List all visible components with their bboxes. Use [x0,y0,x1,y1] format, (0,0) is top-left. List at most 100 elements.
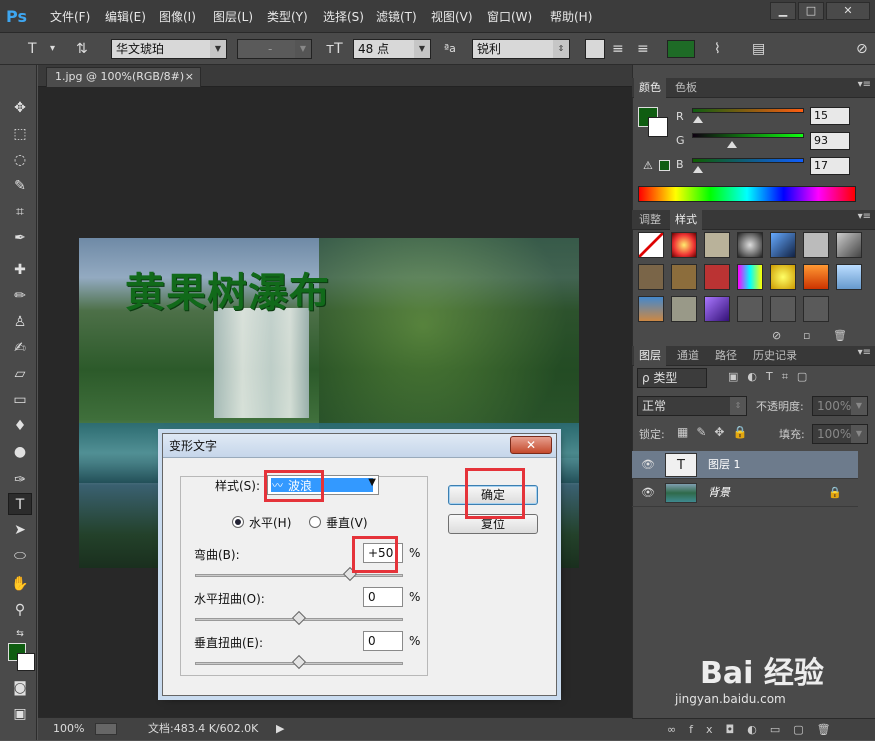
style-preset[interactable] [704,232,730,258]
b-input[interactable]: 17 [810,157,850,175]
font-family-select[interactable]: 华文琥珀 ▼ [111,39,227,59]
align-right-icon[interactable]: ≡ [637,41,649,59]
style-preset[interactable] [638,232,664,258]
style-preset[interactable] [770,232,796,258]
style-preset[interactable] [704,264,730,290]
bend-slider[interactable] [195,574,403,577]
gamut-swatch[interactable] [659,160,670,171]
pen-tool-icon[interactable]: ✑ [8,469,32,491]
menu-edit[interactable]: 编辑(E) [105,8,146,26]
eraser-tool-icon[interactable]: ▱ [8,363,32,385]
menu-window[interactable]: 窗口(W) [487,8,532,26]
type-tool-icon[interactable]: T [8,493,32,515]
color-spectrum-ramp[interactable] [638,186,856,202]
character-panel-icon[interactable]: ▤ [752,41,765,59]
r-input[interactable]: 15 [810,107,850,125]
layer-filter-icons[interactable]: ▣◐T⌗▢ [728,370,816,384]
gradient-tool-icon[interactable]: ▭ [8,389,32,411]
brush-tool-icon[interactable]: ✏ [8,285,32,307]
panel-menu-icon[interactable]: ▾≡ [858,79,871,90]
eyedropper-tool-icon[interactable]: ✒ [8,227,32,249]
document-tab[interactable]: 1.jpg @ 100%(RGB/8#) × [46,67,201,87]
maximize-button[interactable]: □ [798,2,824,20]
tab-layers[interactable]: 图层 [634,346,666,366]
r-slider-knob[interactable] [693,116,703,123]
background-color-swatch[interactable] [648,117,668,137]
ok-button[interactable]: 确定 [448,485,538,505]
dodge-tool-icon[interactable]: ● [8,441,32,463]
style-preset[interactable] [737,296,763,322]
layer-name[interactable]: 背景 [708,479,730,507]
style-preset[interactable] [803,264,829,290]
style-preset[interactable] [704,296,730,322]
text-color-swatch[interactable] [667,40,695,58]
vertical-radio[interactable] [309,516,321,528]
minimize-button[interactable]: ▁ [770,2,796,20]
style-preset[interactable] [836,264,862,290]
layer-row-text[interactable]: 👁 T 图层 1 [632,451,858,479]
status-icon[interactable] [95,723,117,735]
style-select[interactable]: 〰 波浪 ▼ [267,475,379,495]
style-preset[interactable] [638,296,664,322]
opacity-input[interactable]: 100% ▼ [812,396,868,416]
tab-adjustments[interactable]: 调整 [634,210,666,230]
quick-mask-icon[interactable]: ◙ [8,677,32,699]
layers-footer-icons[interactable]: ∞fx◘◐▭▢🗑 [632,718,875,740]
lasso-tool-icon[interactable]: ◌ [8,149,32,171]
style-preset[interactable] [803,232,829,258]
style-preset[interactable] [638,264,664,290]
crop-tool-icon[interactable]: ⌗ [8,201,32,223]
healing-brush-tool-icon[interactable]: ✚ [8,259,32,281]
tool-preset-arrow-icon[interactable]: ▾ [50,41,55,59]
tab-styles[interactable]: 样式 [670,210,702,230]
clone-stamp-tool-icon[interactable]: ♙ [8,311,32,333]
status-menu-arrow-icon[interactable]: ▶ [276,718,284,740]
warped-text-layer[interactable]: 黄果树瀑布 [125,260,330,318]
menu-file[interactable]: 文件(F) [50,8,90,26]
horizontal-label[interactable]: 水平(H) [249,514,291,531]
warning-icon[interactable]: ⚠ [643,159,653,172]
blend-mode-select[interactable]: 正常 ⇕ [637,396,747,416]
layer-row-background[interactable]: 👁 背景 🔒 [632,479,858,507]
tab-paths[interactable]: 路径 [710,346,742,366]
layer-filter-select[interactable]: ρ 类型 [637,368,707,388]
font-style-select[interactable]: - ▼ [237,39,312,59]
trash-icon[interactable]: 🗑 [833,329,847,342]
screen-mode-icon[interactable]: ▣ [8,703,32,725]
tab-swatches[interactable]: 色板 [670,78,702,98]
hand-tool-icon[interactable]: ✋ [8,573,32,595]
style-preset[interactable] [770,296,796,322]
cancel-icon[interactable]: ⊘ [856,41,868,59]
menu-filter[interactable]: 滤镜(T) [376,8,417,26]
style-preset[interactable] [671,264,697,290]
lock-icons[interactable]: ▦✎✥🔒 [677,425,755,439]
b-slider-knob[interactable] [693,166,703,173]
layer-name[interactable]: 图层 1 [708,451,741,479]
new-style-icon[interactable]: ▫ [803,329,810,342]
style-preset[interactable] [836,232,862,258]
hdistort-input[interactable]: 0 [363,587,403,607]
horizontal-radio[interactable] [232,516,244,528]
g-slider[interactable] [692,133,804,138]
type-tool-icon[interactable]: T [28,41,37,59]
r-slider[interactable] [692,108,804,113]
marquee-tool-icon[interactable]: ⬚ [8,123,32,145]
menu-layer[interactable]: 图层(L) [213,8,253,26]
warp-text-icon[interactable]: ⌇ [714,41,721,59]
style-preset[interactable] [671,296,697,322]
menu-image[interactable]: 图像(I) [159,8,196,26]
menu-type[interactable]: 类型(Y) [267,8,308,26]
style-preset[interactable] [737,264,763,290]
clear-style-icon[interactable]: ⊘ [772,329,781,342]
quick-select-tool-icon[interactable]: ✎ [8,175,32,197]
antialias-select[interactable]: 锐利 ⇕ [472,39,570,59]
tab-channels[interactable]: 通道 [672,346,704,366]
tab-color[interactable]: 颜色 [634,78,666,98]
menu-select[interactable]: 选择(S) [323,8,364,26]
vertical-label[interactable]: 垂直(V) [326,514,368,531]
eye-icon[interactable]: 👁 [641,451,655,479]
reset-button[interactable]: 复位 [448,514,538,534]
bend-input[interactable]: +50 [363,543,403,563]
style-preset[interactable] [770,264,796,290]
blur-tool-icon[interactable]: ♦ [8,415,32,437]
